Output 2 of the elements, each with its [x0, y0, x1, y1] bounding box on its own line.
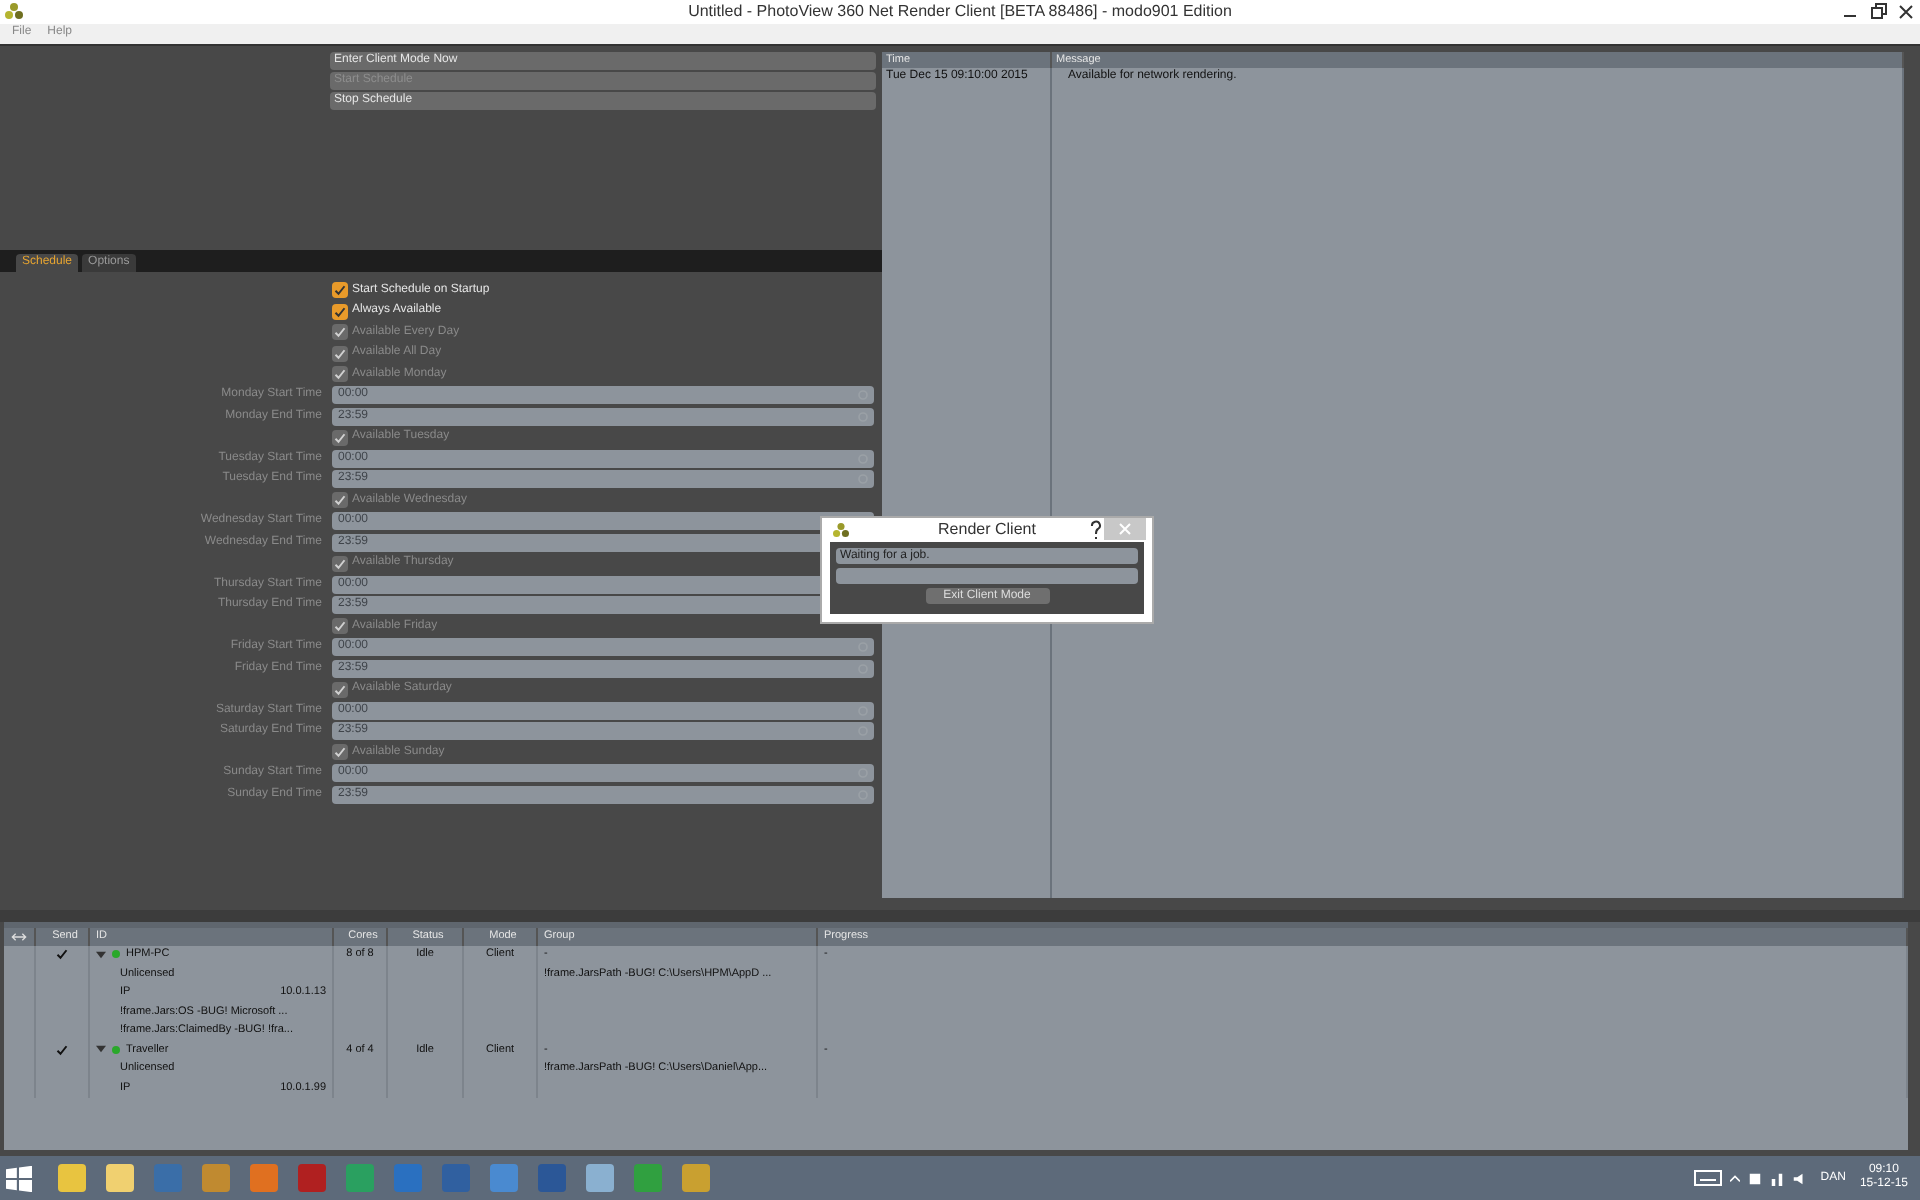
window-title: Untitled - PhotoView 360 Net Render Client [BETA 88486] - modo901 Edition	[688, 0, 1232, 24]
dialog-title: Render Client	[938, 518, 1036, 542]
